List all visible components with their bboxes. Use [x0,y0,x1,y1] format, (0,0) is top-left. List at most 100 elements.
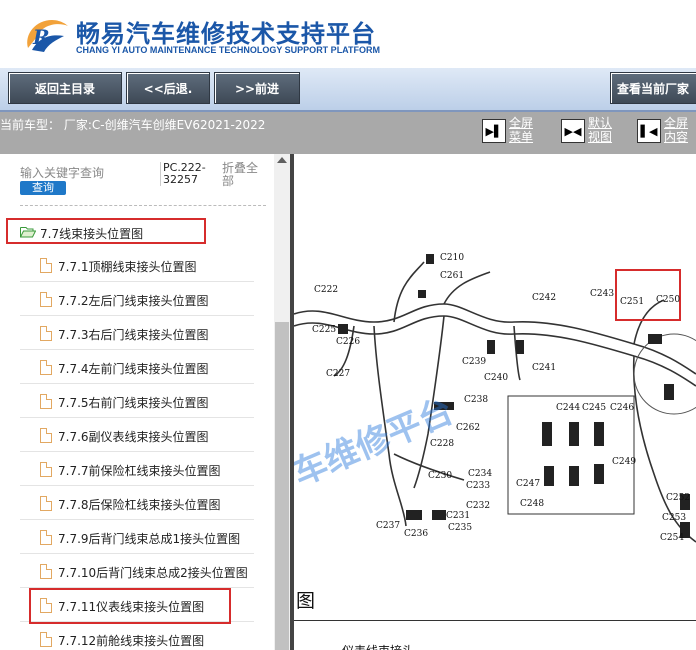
scrollbar-thumb[interactable] [275,322,289,650]
connector-label: C246 [610,403,634,413]
back-button[interactable]: <<后退. [126,72,210,104]
connector-label: C244 [556,403,580,413]
tree-item[interactable]: 7.7.7前保险杠线束接头位置图 [20,452,254,486]
connector-label: C234 [468,469,492,479]
connector-label: C236 [404,529,428,539]
document-icon [40,394,52,409]
tree-item-label: 7.7.8后保险杠线束接头位置图 [58,498,221,512]
current-model-text: 当前车型： 厂家:C-创维汽车创维EV62021-2022 [0,118,266,132]
tree-root-item[interactable]: 7.7线束接头位置图 [6,218,206,244]
default-view-icon: ▶◀ [561,119,585,143]
svg-text:R: R [32,25,50,49]
brand-subtitle: CHANG YI AUTO MAINTENANCE TECHNOLOGY SUP… [76,45,381,55]
connector-label: C253 [662,513,686,523]
connector-label: C254 [660,533,684,543]
connector-label: C238 [464,395,488,405]
document-icon [40,326,52,341]
forward-button[interactable]: >>前进 [214,72,300,104]
tree-item-label: 7.7.6副仪表线束接头位置图 [58,430,209,444]
tree-item-label: 7.7.3右后门线束接头位置图 [58,328,209,342]
sidebar-scrollbar[interactable] [274,154,290,650]
connector-label: C251 [620,297,644,307]
connector-label: C247 [516,479,540,489]
tree-item-label: 7.7.1顶棚线束接头位置图 [58,260,197,274]
tree-item[interactable]: 7.7.6副仪表线束接头位置图 [20,418,254,452]
tree-item[interactable]: 7.7.5右前门线束接头位置图 [20,384,254,418]
next-section-heading: 仪表线束接头 [342,642,414,650]
home-button[interactable]: 返回主目录 [8,72,122,104]
tree-item-label: 7.7.7前保险杠线束接头位置图 [58,464,221,478]
doc-rule [294,620,696,621]
scroll-up-arrow-icon[interactable] [277,157,287,163]
tree-item-label: 7.7.10后背门线束总成2接头位置图 [58,566,248,580]
connector-label: C233 [466,481,490,491]
connector-label: C240 [484,373,508,383]
connector-label: C228 [430,439,454,449]
tree-item-label: 7.7.2左后门线束接头位置图 [58,294,209,308]
connector-labels: C210 C261 C222 C242 C243 C251 C250 C225 … [312,253,690,543]
info-bar: 当前车型： 厂家:C-创维汽车创维EV62021-2022 ▶▌ 全屏菜单 ▶◀… [0,112,696,154]
search-input[interactable]: 输入关键字查询 [20,164,104,181]
tree-item[interactable]: 7.7.2左后门线束接头位置图 [20,282,254,316]
tree-item[interactable]: 7.7.8后保险杠线束接头位置图 [20,486,254,520]
wiring-diagram: C210 C261 C222 C242 C243 C251 C250 C225 … [294,253,696,543]
tree-item[interactable]: 7.7.12前舱线束接头位置图 [20,622,254,650]
connector-label: C241 [532,363,556,373]
connector-label: C222 [314,285,338,295]
connector-label: C225 [312,325,336,335]
connector-label: C231 [446,511,470,521]
connector-label: C227 [326,369,350,379]
tree-item-label: 7.7.12前舱线束接头位置图 [58,634,205,648]
document-icon [40,360,52,375]
current-maker-button[interactable]: 查看当前厂家 [610,72,696,104]
connector-label: C249 [612,457,636,467]
default-view-label[interactable]: 默认视图 [588,116,618,144]
collapse-all-button[interactable]: 折叠全部 [222,162,264,188]
document-icon [40,530,52,545]
connector-label: C261 [440,271,464,281]
folder-open-icon [20,227,36,238]
connector-label: C245 [582,403,606,413]
tree-item[interactable]: 7.7.1顶棚线束接头位置图 [20,248,254,282]
logo-icon: R [27,20,69,52]
nav-bar: 返回主目录 <<后退. >>前进 查看当前厂家 [0,68,696,112]
doc-title: 图 [296,590,316,612]
document-icon [40,292,52,307]
connector-label: C232 [466,501,490,511]
tree-item-label: 7.7.9后背门线束总成1接头位置图 [58,532,241,546]
fullscreen-menu-icon: ▶▌ [482,119,506,143]
document-icon [40,428,52,443]
connector-label: C248 [520,499,544,509]
connector-label: C239 [462,357,486,367]
connector-label: C237 [376,521,400,531]
connector-label: C235 [448,523,472,533]
code-text: PC.222-32257 [160,162,211,186]
header: R 畅易汽车维修技术支持平台 CHANG YI AUTO MAINTENANCE… [0,0,696,68]
document-icon [40,632,52,647]
search-button[interactable]: 查询 [20,181,66,195]
connector-label: C243 [590,289,614,299]
tree-item[interactable]: 7.7.4左前门线束接头位置图 [20,350,254,384]
connector-label: C250 [656,295,680,305]
fullscreen-menu-label[interactable]: 全屏菜单 [509,116,539,144]
fullscreen-content-icon: ▌◀ [637,119,661,143]
document-icon [40,564,52,579]
sidebar: 输入关键字查询 查询 PC.222-32257 折叠全部 7.7线束接头位置图 … [0,154,290,650]
tree-item[interactable]: 7.7.10后背门线束总成2接头位置图 [20,554,254,588]
brand-title: 畅易汽车维修技术支持平台 [76,20,376,48]
tree-item-label: 7.7.4左前门线束接头位置图 [58,362,209,376]
content-pane: C210 C261 C222 C242 C243 C251 C250 C225 … [294,154,696,650]
connector-label: C230 [428,471,452,481]
fullscreen-content-label[interactable]: 全屏内容 [664,116,694,144]
connector-label: C242 [532,293,556,303]
tree-item[interactable]: 7.7.3右后门线束接头位置图 [20,316,254,350]
tree-item[interactable]: 7.7.9后背门线束总成1接头位置图 [20,520,254,554]
document-icon [40,462,52,477]
selected-item-highlight [29,588,231,624]
connector-label: C210 [440,253,464,263]
document-icon [40,496,52,511]
connector-label: C252 [666,493,690,503]
document-icon [40,258,52,273]
tree-item-label: 7.7.5右前门线束接头位置图 [58,396,209,410]
divider [20,205,266,206]
